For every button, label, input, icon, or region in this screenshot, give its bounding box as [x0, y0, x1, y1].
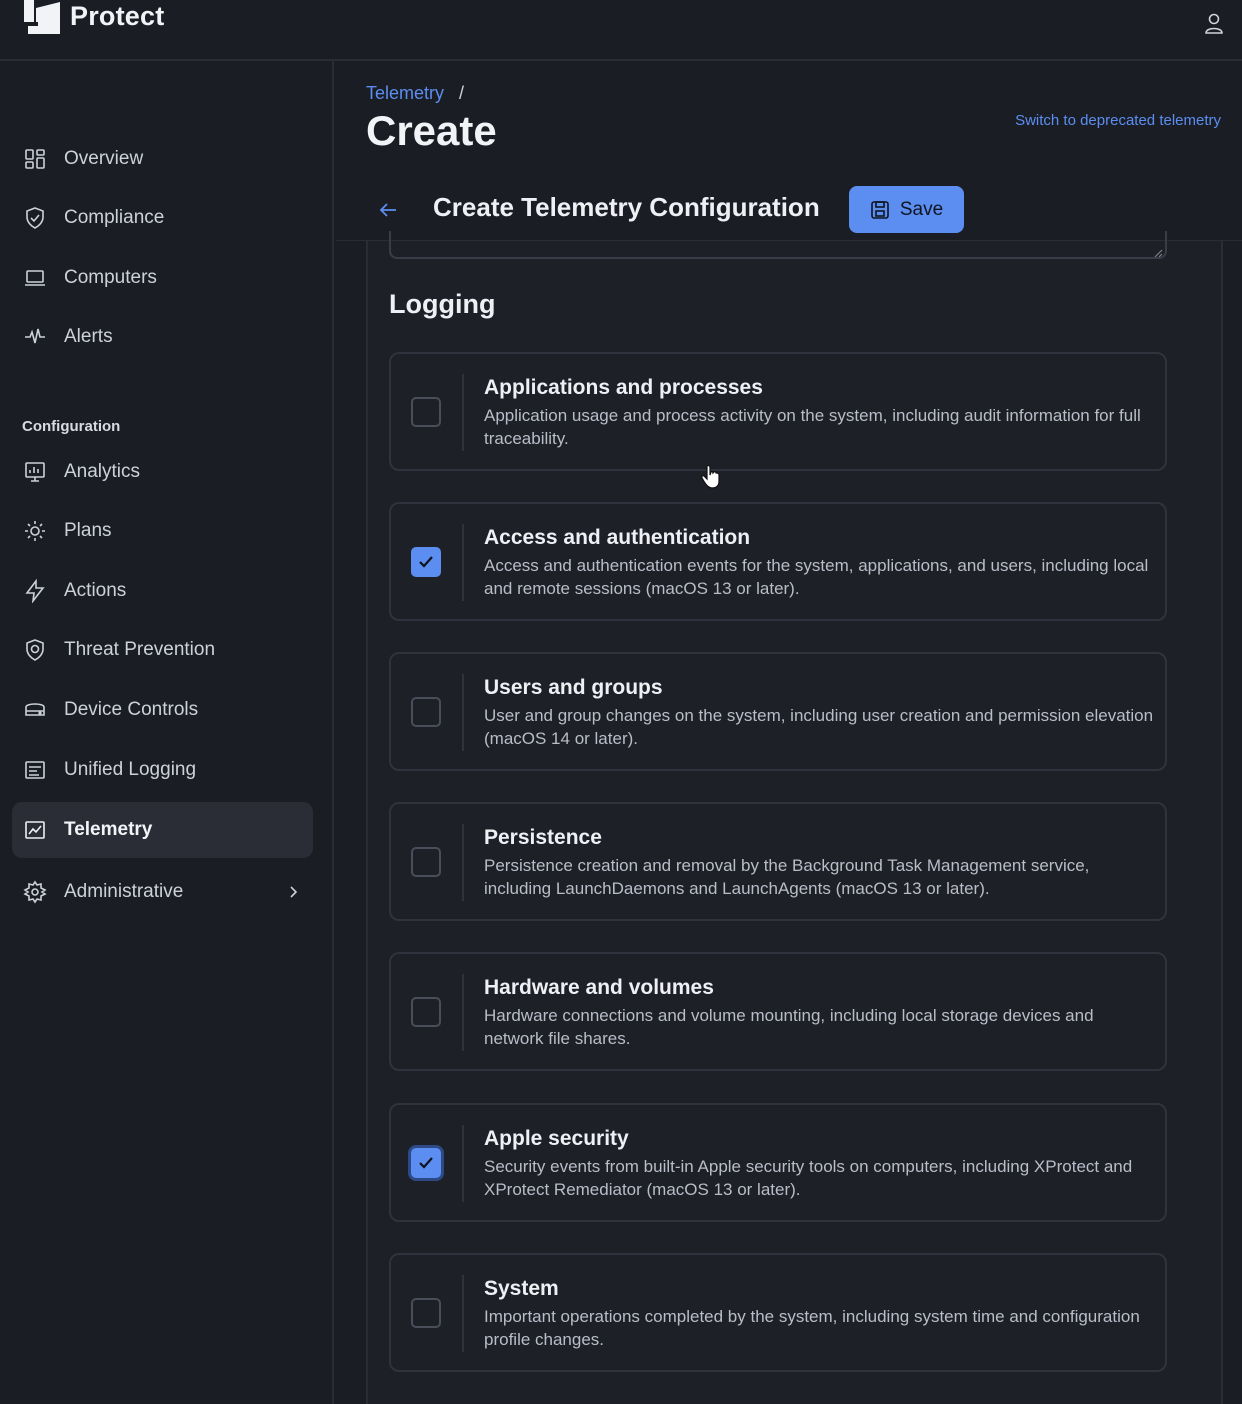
shield-target-icon — [23, 638, 47, 662]
logging-card-persistence[interactable]: Persistence Persistence creation and rem… — [389, 802, 1167, 921]
sidebar-item-label: Overview — [64, 148, 144, 169]
back-arrow-icon[interactable] — [376, 198, 400, 222]
sidebar-item-telemetry[interactable]: Telemetry — [12, 802, 313, 858]
hand-cursor-icon — [700, 464, 722, 490]
sidebar-section-configuration: Configuration — [22, 418, 121, 435]
user-icon[interactable] — [1204, 12, 1224, 36]
sidebar-item-label: Threat Prevention — [64, 639, 216, 660]
card-description: User and group changes on the system, in… — [484, 706, 1154, 748]
card-divider — [462, 974, 464, 1051]
breadcrumb: Telemetry / — [366, 83, 464, 104]
card-title: Hardware and volumes — [484, 976, 714, 999]
apple-security-checkbox[interactable] — [411, 1148, 441, 1178]
sidebar-item-actions[interactable]: Actions — [12, 563, 313, 619]
main-header: Telemetry / Create Switch to deprecated … — [336, 63, 1242, 241]
monitor-chart-icon — [23, 460, 47, 484]
grid-icon — [23, 147, 47, 171]
sidebar-item-analytics[interactable]: Analytics — [12, 444, 313, 500]
chevron-right-icon[interactable] — [287, 883, 299, 901]
check-icon — [419, 556, 433, 568]
sidebar-item-unified-logging[interactable]: Unified Logging — [12, 742, 313, 798]
logging-card-apple-security[interactable]: Apple security Security events from buil… — [389, 1103, 1167, 1222]
card-description: Hardware connections and volume mounting… — [484, 1006, 1094, 1048]
protect-logo-icon — [24, 0, 60, 34]
check-icon — [419, 1157, 433, 1169]
breadcrumb-separator: / — [459, 83, 465, 103]
logging-card-system[interactable]: System Important operations completed by… — [389, 1253, 1167, 1372]
sidebar-item-device-controls[interactable]: Device Controls — [12, 682, 313, 738]
hardware-volumes-checkbox[interactable] — [411, 997, 441, 1027]
app-name: Protect — [70, 1, 165, 31]
shield-check-icon — [23, 206, 47, 230]
switch-deprecated-telemetry-link[interactable]: Switch to deprecated telemetry — [1015, 112, 1221, 129]
sidebar-item-label: Device Controls — [64, 699, 199, 720]
card-title: Users and groups — [484, 676, 663, 699]
logging-card-users-groups[interactable]: Users and groups User and group changes … — [389, 652, 1167, 771]
card-divider — [462, 674, 464, 751]
card-description: Access and authentication events for the… — [484, 556, 1149, 598]
card-description: Security events from built-in Apple secu… — [484, 1157, 1133, 1199]
gear-sun-icon — [23, 519, 47, 543]
sidebar-item-label: Alerts — [64, 326, 113, 347]
sidebar: Overview Compliance Computers Alerts Con… — [0, 61, 334, 1404]
applications-checkbox[interactable] — [411, 397, 441, 427]
sidebar-item-label: Plans — [64, 520, 112, 541]
card-divider — [462, 824, 464, 901]
card-description: Application usage and process activity o… — [484, 406, 1141, 448]
breadcrumb-telemetry-link[interactable]: Telemetry — [366, 83, 444, 103]
settings-icon — [23, 880, 47, 904]
page-title: Create — [366, 107, 497, 154]
resize-handle-icon[interactable] — [1153, 245, 1163, 258]
form-title: Create Telemetry Configuration — [433, 192, 820, 222]
logging-section-title: Logging — [389, 289, 496, 319]
card-title: Persistence — [484, 826, 602, 849]
sidebar-item-label: Computers — [64, 267, 157, 288]
card-title: Access and authentication — [484, 526, 751, 549]
chart-image-icon — [23, 818, 47, 842]
persistence-checkbox[interactable] — [411, 847, 441, 877]
sidebar-item-label: Telemetry — [64, 819, 153, 840]
system-checkbox[interactable] — [411, 1298, 441, 1328]
sidebar-item-compliance[interactable]: Compliance — [12, 190, 313, 246]
card-divider — [462, 524, 464, 601]
pulse-icon — [23, 325, 47, 349]
save-button[interactable]: Save — [849, 186, 964, 233]
content-panel: Logging Applications and processes Appli… — [366, 231, 1223, 1404]
log-icon — [23, 758, 47, 782]
card-title: Applications and processes — [484, 376, 763, 399]
access-auth-checkbox[interactable] — [411, 547, 441, 577]
laptop-icon — [23, 266, 47, 290]
logging-card-access-auth[interactable]: Access and authentication Access and aut… — [389, 502, 1167, 621]
sidebar-item-label: Compliance — [64, 207, 165, 228]
card-divider — [462, 374, 464, 451]
card-description: Persistence creation and removal by the … — [484, 856, 1090, 898]
bolt-icon — [23, 579, 47, 603]
users-groups-checkbox[interactable] — [411, 697, 441, 727]
sidebar-item-computers[interactable]: Computers — [12, 250, 313, 306]
sidebar-item-overview[interactable]: Overview — [12, 131, 313, 187]
sidebar-item-label: Actions — [64, 580, 127, 601]
card-title: System — [484, 1277, 559, 1300]
card-description: Important operations completed by the sy… — [484, 1307, 1140, 1349]
sidebar-item-threat-prevention[interactable]: Threat Prevention — [12, 622, 313, 678]
save-disk-icon — [871, 200, 889, 219]
logging-card-applications[interactable]: Applications and processes Application u… — [389, 352, 1167, 471]
card-divider — [462, 1275, 464, 1352]
sidebar-item-label: Administrative — [64, 881, 184, 902]
sidebar-item-label: Unified Logging — [64, 759, 197, 780]
drive-icon — [23, 698, 47, 722]
save-button-label: Save — [899, 198, 944, 220]
brand[interactable]: Protect — [24, 0, 164, 47]
description-textarea[interactable] — [389, 231, 1167, 259]
sidebar-item-plans[interactable]: Plans — [12, 503, 313, 559]
card-title: Apple security — [484, 1127, 629, 1150]
sidebar-item-label: Analytics — [64, 461, 141, 482]
top-bar: Protect — [0, 0, 1242, 61]
sidebar-item-administrative[interactable]: Administrative — [12, 864, 313, 920]
sidebar-item-alerts[interactable]: Alerts — [12, 309, 313, 365]
card-divider — [462, 1125, 464, 1202]
logging-card-hardware-volumes[interactable]: Hardware and volumes Hardware connection… — [389, 952, 1167, 1071]
